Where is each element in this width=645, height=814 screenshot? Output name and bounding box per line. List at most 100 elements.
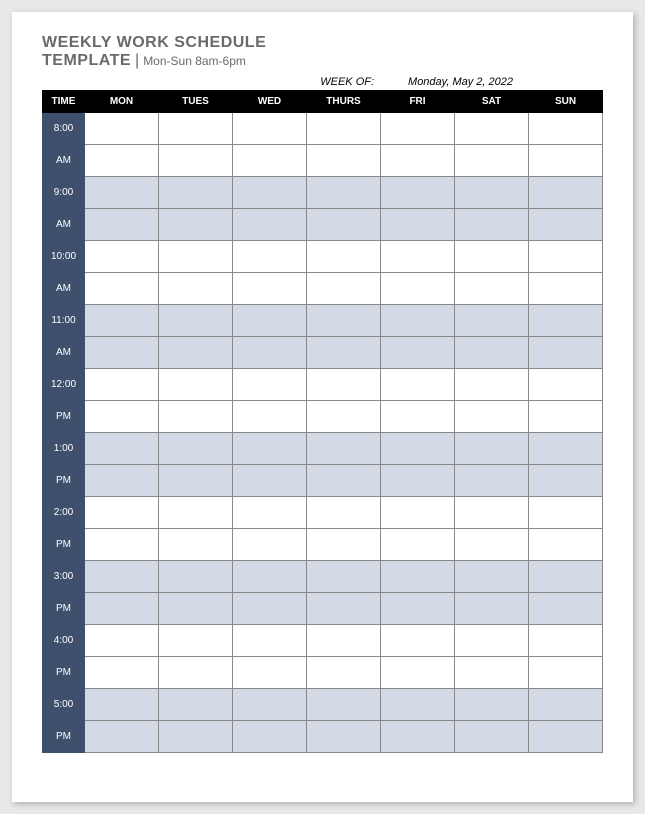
schedule-cell[interactable]: [307, 209, 381, 241]
schedule-cell[interactable]: [233, 241, 307, 273]
schedule-cell[interactable]: [381, 529, 455, 561]
schedule-cell[interactable]: [159, 209, 233, 241]
schedule-cell[interactable]: [233, 689, 307, 721]
schedule-cell[interactable]: [233, 113, 307, 145]
schedule-cell[interactable]: [85, 305, 159, 337]
schedule-cell[interactable]: [455, 657, 529, 689]
schedule-cell[interactable]: [529, 625, 603, 657]
schedule-cell[interactable]: [455, 241, 529, 273]
schedule-cell[interactable]: [233, 657, 307, 689]
schedule-cell[interactable]: [381, 625, 455, 657]
schedule-cell[interactable]: [529, 593, 603, 625]
schedule-cell[interactable]: [159, 497, 233, 529]
schedule-cell[interactable]: [307, 625, 381, 657]
schedule-cell[interactable]: [85, 273, 159, 305]
schedule-cell[interactable]: [455, 561, 529, 593]
schedule-cell[interactable]: [233, 561, 307, 593]
schedule-cell[interactable]: [307, 465, 381, 497]
schedule-cell[interactable]: [233, 593, 307, 625]
schedule-cell[interactable]: [233, 433, 307, 465]
schedule-cell[interactable]: [159, 561, 233, 593]
schedule-cell[interactable]: [159, 337, 233, 369]
schedule-cell[interactable]: [455, 465, 529, 497]
schedule-cell[interactable]: [529, 497, 603, 529]
schedule-cell[interactable]: [455, 337, 529, 369]
schedule-cell[interactable]: [307, 337, 381, 369]
schedule-cell[interactable]: [233, 529, 307, 561]
schedule-cell[interactable]: [529, 721, 603, 753]
schedule-cell[interactable]: [529, 657, 603, 689]
schedule-cell[interactable]: [455, 177, 529, 209]
schedule-cell[interactable]: [455, 209, 529, 241]
schedule-cell[interactable]: [85, 145, 159, 177]
schedule-cell[interactable]: [85, 593, 159, 625]
schedule-cell[interactable]: [381, 241, 455, 273]
schedule-cell[interactable]: [85, 113, 159, 145]
schedule-cell[interactable]: [307, 369, 381, 401]
schedule-cell[interactable]: [159, 273, 233, 305]
schedule-cell[interactable]: [381, 465, 455, 497]
schedule-cell[interactable]: [381, 721, 455, 753]
schedule-cell[interactable]: [307, 305, 381, 337]
schedule-cell[interactable]: [159, 433, 233, 465]
schedule-cell[interactable]: [455, 529, 529, 561]
schedule-cell[interactable]: [455, 593, 529, 625]
schedule-cell[interactable]: [529, 337, 603, 369]
schedule-cell[interactable]: [85, 721, 159, 753]
schedule-cell[interactable]: [233, 209, 307, 241]
schedule-cell[interactable]: [233, 721, 307, 753]
schedule-cell[interactable]: [159, 529, 233, 561]
schedule-cell[interactable]: [381, 305, 455, 337]
schedule-cell[interactable]: [307, 561, 381, 593]
schedule-cell[interactable]: [529, 209, 603, 241]
schedule-cell[interactable]: [159, 113, 233, 145]
schedule-cell[interactable]: [455, 497, 529, 529]
schedule-cell[interactable]: [159, 465, 233, 497]
schedule-cell[interactable]: [529, 529, 603, 561]
schedule-cell[interactable]: [233, 401, 307, 433]
schedule-cell[interactable]: [529, 433, 603, 465]
schedule-cell[interactable]: [381, 561, 455, 593]
schedule-cell[interactable]: [85, 465, 159, 497]
schedule-cell[interactable]: [307, 529, 381, 561]
schedule-cell[interactable]: [85, 337, 159, 369]
schedule-cell[interactable]: [529, 177, 603, 209]
schedule-cell[interactable]: [85, 433, 159, 465]
schedule-cell[interactable]: [529, 145, 603, 177]
schedule-cell[interactable]: [307, 177, 381, 209]
schedule-cell[interactable]: [381, 337, 455, 369]
schedule-cell[interactable]: [85, 177, 159, 209]
schedule-cell[interactable]: [381, 273, 455, 305]
schedule-cell[interactable]: [307, 113, 381, 145]
schedule-cell[interactable]: [233, 625, 307, 657]
schedule-cell[interactable]: [455, 369, 529, 401]
schedule-cell[interactable]: [455, 305, 529, 337]
schedule-cell[interactable]: [381, 145, 455, 177]
schedule-cell[interactable]: [85, 401, 159, 433]
schedule-cell[interactable]: [159, 721, 233, 753]
schedule-cell[interactable]: [455, 273, 529, 305]
schedule-cell[interactable]: [307, 721, 381, 753]
schedule-cell[interactable]: [85, 529, 159, 561]
schedule-cell[interactable]: [455, 689, 529, 721]
schedule-cell[interactable]: [233, 273, 307, 305]
schedule-cell[interactable]: [529, 561, 603, 593]
schedule-cell[interactable]: [159, 305, 233, 337]
schedule-cell[interactable]: [381, 689, 455, 721]
schedule-cell[interactable]: [233, 177, 307, 209]
schedule-cell[interactable]: [85, 561, 159, 593]
schedule-cell[interactable]: [455, 113, 529, 145]
schedule-cell[interactable]: [233, 369, 307, 401]
schedule-cell[interactable]: [455, 721, 529, 753]
schedule-cell[interactable]: [159, 145, 233, 177]
schedule-cell[interactable]: [381, 401, 455, 433]
schedule-cell[interactable]: [381, 657, 455, 689]
schedule-cell[interactable]: [307, 273, 381, 305]
schedule-cell[interactable]: [159, 401, 233, 433]
schedule-cell[interactable]: [455, 625, 529, 657]
schedule-cell[interactable]: [529, 401, 603, 433]
schedule-cell[interactable]: [85, 241, 159, 273]
schedule-cell[interactable]: [85, 689, 159, 721]
schedule-cell[interactable]: [381, 209, 455, 241]
schedule-cell[interactable]: [159, 657, 233, 689]
